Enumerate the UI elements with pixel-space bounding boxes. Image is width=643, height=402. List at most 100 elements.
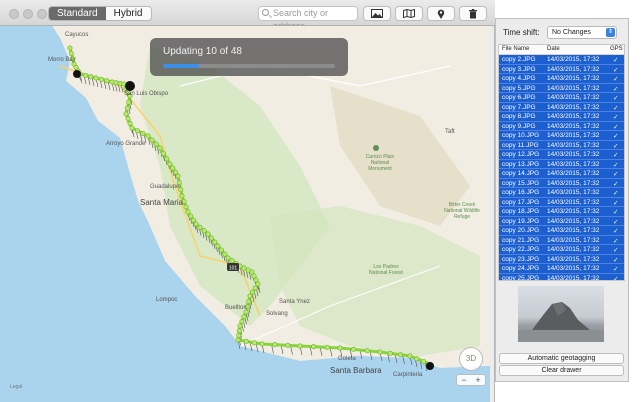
date-cell: 14/03/2015, 17:32 [547,208,600,215]
file-name-cell: copy 10.JPG [502,132,540,139]
table-row[interactable]: copy 18.JPG 14/03/2015, 17:32 ✓ [499,207,624,217]
table-row[interactable]: copy 14.JPG 14/03/2015, 17:32 ✓ [499,169,624,179]
gps-check-icon: ✓ [613,161,619,169]
file-name-cell: copy 6.JPG [502,94,536,101]
table-row[interactable]: copy 10.JPG 14/03/2015, 17:32 ✓ [499,131,624,141]
date-cell: 14/03/2015, 17:32 [547,122,600,130]
table-row[interactable]: copy 24.JPG 14/03/2015, 17:32 ✓ [499,264,624,274]
map-mode-control: Standard Hybrid [48,6,152,21]
table-row[interactable]: copy 15.JPG 14/03/2015, 17:32 ✓ [499,178,624,188]
table-body: copy 2.JPG 14/03/2015, 17:32 ✓ copy 3.JPG 14… [499,55,624,281]
place-label: Guadalupe [150,184,180,190]
zoom-out-button[interactable]: − [457,375,471,385]
table-row[interactable]: copy 4.JPG 14/03/2015, 17:32 ✓ [499,74,624,84]
photo-table[interactable]: File Name Date GPS copy 2.JPG 14/03/2015,… [498,44,625,281]
clear-drawer-button[interactable]: Clear drawer [499,365,624,376]
track-point [140,130,146,136]
track-point [149,137,155,143]
table-row[interactable]: copy 23.JPG 14/03/2015, 17:32 ✓ [499,254,624,264]
progress-hud: Updating 10 of 48 [150,38,348,76]
track-point [134,128,140,134]
table-row[interactable]: copy 22.JPG 14/03/2015, 17:32 ✓ [499,245,624,255]
table-row[interactable]: copy 8.JPG 14/03/2015, 17:32 ✓ [499,112,624,122]
table-header: File Name Date GPS [499,45,624,55]
photo-location-marker[interactable] [426,362,434,370]
table-row[interactable]: copy 2.JPG 14/03/2015, 17:32 ✓ [499,55,624,65]
delete-button[interactable] [459,6,487,21]
table-row[interactable]: copy 25.JPG 14/03/2015, 17:32 ✓ [499,273,624,281]
search-input[interactable]: Search city or address [258,6,358,31]
table-row[interactable]: copy 20.JPG 14/03/2015, 17:32 ✓ [499,226,624,236]
file-name-cell: copy 25.JPG [502,274,540,281]
gps-check-icon: ✓ [613,123,619,131]
automatic-geotagging-button[interactable]: Automatic geotagging [499,353,624,364]
date-cell: 14/03/2015, 17:32 [547,84,600,92]
map-view[interactable]: 101 Cayucos Morro Bay San Luis Obispo Ar… [0,26,490,402]
table-row[interactable]: copy 3.JPG 14/03/2015, 17:32 ✓ [499,64,624,74]
file-name-cell: copy 20.JPG [502,227,540,234]
table-row[interactable]: copy 21.JPG 14/03/2015, 17:32 ✓ [499,235,624,245]
table-row[interactable]: copy 19.JPG 14/03/2015, 17:32 ✓ [499,216,624,226]
track-point [188,213,194,219]
highway-label: 101 [229,266,238,272]
minimize-window-button[interactable] [23,9,33,19]
track-point [98,76,104,82]
time-shift-select[interactable]: No Changes ⇕ [547,26,617,39]
track-point [236,333,242,339]
gps-check-icon: ✓ [613,256,619,264]
place-label: Bitter Creek National Wildlife Refuge [444,202,480,220]
file-name-cell: copy 23.JPG [502,255,540,263]
column-header-date[interactable]: Date [547,46,560,52]
file-name-cell: copy 21.JPG [502,236,540,244]
gps-check-icon: ✓ [613,199,619,207]
column-header-file-name[interactable]: File Name [502,46,529,52]
track-point [241,265,247,271]
map-view-button[interactable] [395,6,423,21]
track-point [185,209,191,215]
compass-3d-button[interactable]: 3D [459,347,483,371]
track-point [175,173,181,179]
mode-standard-button[interactable]: Standard [49,7,106,20]
progress-bar-fill [163,64,199,68]
mode-hybrid-button[interactable]: Hybrid [106,7,151,20]
date-cell: 14/03/2015, 17:32 [547,265,600,272]
legal-link[interactable]: Legal [10,384,22,390]
track-point [218,247,224,253]
track-point [259,341,265,347]
photo-location-marker[interactable] [73,70,81,78]
track-point [93,75,99,81]
table-row[interactable]: copy 5.JPG 14/03/2015, 17:32 ✓ [499,83,624,93]
photo-button[interactable] [363,6,391,21]
date-cell: 14/03/2015, 17:32 [547,151,600,158]
gps-check-icon: ✓ [613,190,619,197]
table-row[interactable]: copy 11.JPG 14/03/2015, 17:32 ✓ [499,140,624,150]
table-row[interactable]: copy 16.JPG 14/03/2015, 17:32 ✓ [499,188,624,198]
date-cell: 14/03/2015, 17:32 [547,246,600,253]
track-point [351,346,357,352]
zoom-window-button[interactable] [37,9,47,19]
track-point [123,111,129,117]
table-row[interactable]: copy 12.JPG 14/03/2015, 17:32 ✓ [499,150,624,160]
track-point [225,255,231,261]
table-row[interactable]: copy 17.JPG 14/03/2015, 17:32 ✓ [499,197,624,207]
photo-location-marker[interactable] [125,81,135,91]
track-point [127,121,133,127]
zoom-in-button[interactable]: + [471,375,485,385]
title-bar: Standard Hybrid Search city or address [0,0,495,31]
table-row[interactable]: copy 6.JPG 14/03/2015, 17:32 ✓ [499,93,624,103]
close-window-button[interactable] [9,9,19,19]
place-label: Lompoc [156,297,178,303]
file-name-cell: copy 18.JPG [502,208,540,215]
gps-check-icon: ✓ [613,57,619,64]
table-row[interactable]: copy 9.JPG 14/03/2015, 17:32 ✓ [499,121,624,131]
file-name-cell: copy 13.JPG [502,160,540,168]
column-header-gps[interactable]: GPS [610,46,623,52]
table-row[interactable]: copy 7.JPG 14/03/2015, 17:32 ✓ [499,102,624,112]
table-row[interactable]: copy 13.JPG 14/03/2015, 17:32 ✓ [499,159,624,169]
track-point [421,358,427,364]
track-point [377,349,383,355]
track-point [297,343,303,349]
pin-button[interactable] [427,6,455,21]
track-point [255,281,261,287]
file-name-cell: copy 17.JPG [502,198,540,206]
